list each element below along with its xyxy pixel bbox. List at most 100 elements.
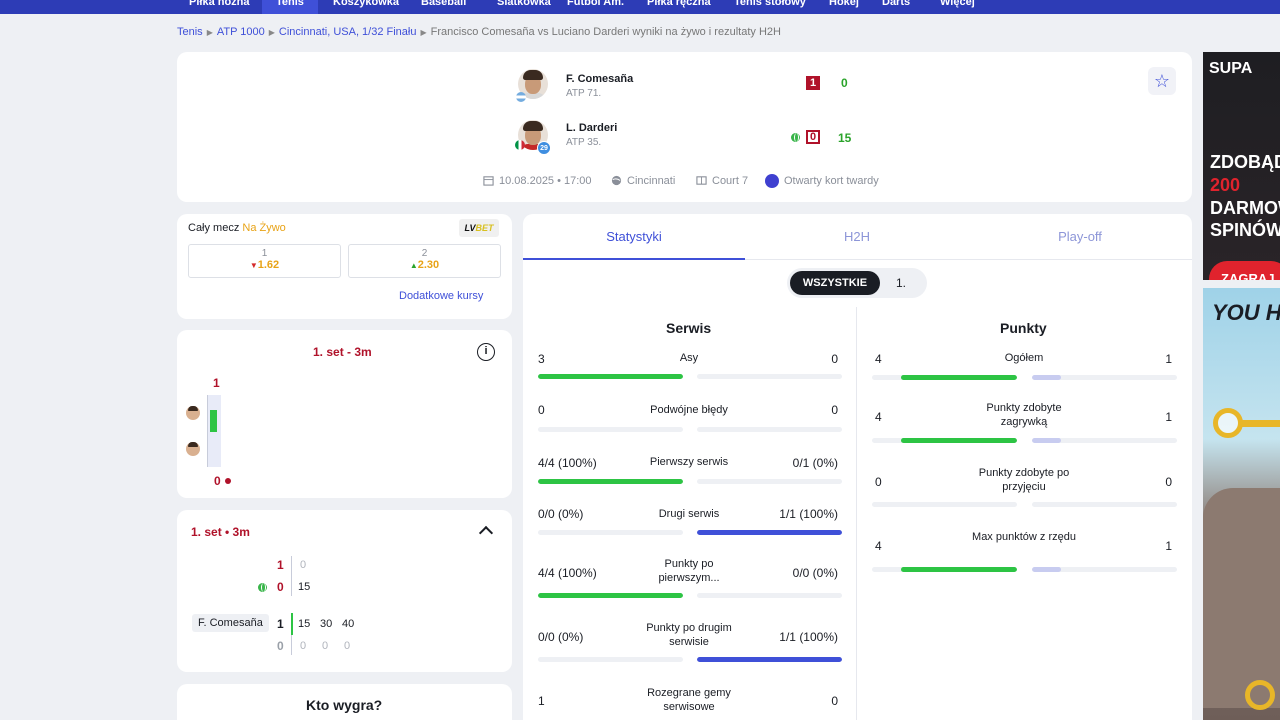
ad2-text: YOU HA [1212, 300, 1280, 325]
stat-bar-left [538, 657, 683, 662]
pbp-game-p1: 1 [277, 617, 284, 631]
pbp-set-title: 1. set • 3m [191, 525, 250, 539]
ad2-key-icon [1213, 408, 1243, 438]
lvbet-logo[interactable]: LVBET [459, 219, 499, 237]
stat-bar-left [538, 427, 683, 432]
more-odds-link[interactable]: Dodatkowe kursy [399, 290, 483, 302]
momentum-bottom-label: 0 [214, 474, 221, 488]
pbp-server-tag: F. Comesaña [192, 614, 269, 632]
tab-statistics[interactable]: Statystyki [523, 229, 745, 244]
nav-tennis[interactable]: Tenis [262, 0, 318, 14]
stat-name: Max punktów z rzędu [972, 531, 1076, 543]
odds-option-1-value: ▼1.62 [189, 259, 340, 271]
stat-name: Drugi serwis [658, 508, 720, 520]
stat-bar-left-fill [901, 438, 1017, 443]
stat-bar-left-fill [538, 593, 683, 598]
pbp-row2-score: 0 [277, 580, 284, 594]
tab-h2h[interactable]: H2H [746, 229, 968, 244]
stat-left-value: 0 [875, 475, 882, 489]
info-icon[interactable]: i [477, 343, 495, 361]
player1-name[interactable]: F. Comesaña [566, 73, 633, 85]
nav-handball[interactable]: Piłka ręczna [647, 0, 711, 8]
odds-option-2[interactable]: 2 ▲2.30 [348, 244, 501, 278]
arrow-down-icon: ▼ [249, 261, 258, 270]
nav-volleyball[interactable]: Siatkówka [497, 0, 551, 8]
nav-darts[interactable]: Darts [882, 0, 910, 8]
pbp-game-divider [291, 613, 293, 635]
favorite-star-icon[interactable]: ☆ [1148, 67, 1176, 95]
ad2-key-bar [1241, 420, 1280, 427]
pbp-point: 15 [298, 618, 311, 630]
breadcrumb-current: Francisco Comesaña vs Luciano Darderi wy… [430, 26, 781, 38]
breadcrumb-round[interactable]: Cincinnati, USA, 1/32 Finału [279, 26, 417, 38]
match-date: 10.08.2025 • 17:00 [499, 175, 592, 187]
stat-bar-right-fill [1032, 567, 1061, 572]
odds-option-1-number: 1.62 [257, 259, 280, 271]
pbp-point: 0 [322, 640, 329, 652]
ad1-line: ZDOBĄD [1210, 152, 1280, 172]
stat-left-value: 4 [875, 352, 882, 366]
ad1-line: DARMOW [1210, 198, 1280, 218]
nav-basketball[interactable]: Koszykówka [333, 0, 399, 8]
serving-ball-icon [791, 133, 800, 142]
ad-banner-game[interactable]: YOU HA [1203, 288, 1280, 720]
player2-name[interactable]: L. Darderi [566, 122, 617, 134]
stat-name: Punkty zdobyte po przyjęciu [978, 467, 1070, 493]
stat-bar-right [697, 530, 842, 535]
stat-left-value: 4 [875, 539, 882, 553]
nav-football[interactable]: Piłka nożna [189, 0, 250, 8]
pbp-point: 0 [344, 640, 351, 652]
player2-seed-badge: 29 [537, 141, 551, 155]
period-set1-button[interactable]: 1. [896, 276, 906, 290]
stat-left-value: 4/4 (100%) [538, 456, 597, 470]
breadcrumb: Tenis ▶ ATP 1000 ▶ Cincinnati, USA, 1/32 Fin… [177, 26, 781, 38]
italy-flag-icon [515, 140, 525, 150]
pbp-divider [291, 556, 292, 596]
nav-table-tennis[interactable]: Tenis stołowy [734, 0, 806, 8]
nav-american-football[interactable]: Futbol Am. [567, 0, 624, 8]
surface-color-icon [765, 174, 779, 188]
stat-bar-left [872, 567, 1017, 572]
player1-games: 0 [841, 76, 848, 90]
player2-sets: 0 [806, 130, 820, 144]
stat-name: Punkty po drugim serwisie [646, 622, 732, 648]
match-location: Cincinnati [627, 175, 676, 187]
tab-playoff[interactable]: Play-off [969, 229, 1191, 244]
match-header-card [177, 52, 1192, 202]
stat-name: Punkty zdobyte zagrywką [986, 402, 1062, 428]
stat-bar-right-fill [1032, 375, 1061, 380]
stat-bar-left-fill [538, 479, 683, 484]
stat-left-value: 0 [538, 403, 545, 417]
breadcrumb-separator-icon: ▶ [420, 28, 427, 37]
stat-left-value: 1 [538, 694, 545, 708]
breadcrumb-separator-icon: ▶ [268, 28, 275, 37]
stat-right-value: 1 [1165, 352, 1172, 366]
nav-baseball[interactable]: Baseball [421, 0, 466, 8]
breadcrumb-tournament[interactable]: ATP 1000 [217, 26, 265, 38]
breadcrumb-sport[interactable]: Tenis [177, 26, 203, 38]
stat-right-value: 1/1 (100%) [779, 507, 838, 521]
stat-bar-right [697, 374, 842, 379]
stat-bar-left [538, 374, 683, 379]
period-all-button[interactable]: WSZYSTKIE [790, 271, 880, 295]
stat-left-value: 4 [875, 410, 882, 424]
momentum-bar [210, 410, 217, 432]
stat-right-value: 0 [831, 352, 838, 366]
nav-hockey[interactable]: Hokej [829, 0, 859, 8]
odds-option-1[interactable]: 1 ▼1.62 [188, 244, 341, 278]
odds-live-label: Na Żywo [242, 222, 286, 234]
stat-bar-right [1032, 567, 1177, 572]
ad2-ring-icon [1245, 680, 1275, 710]
ad1-line: 200 [1210, 175, 1241, 195]
ad2-rock [1203, 488, 1280, 708]
nav-more[interactable]: Więcej [940, 0, 975, 8]
serve-section-title: Serwis [666, 320, 712, 336]
pbp-serving-ball-icon [258, 583, 267, 592]
ad1-line: SPINÓW [1210, 220, 1280, 240]
momentum-top-label: 1 [213, 376, 220, 390]
ad1-brand: SUPA [1209, 60, 1253, 77]
ad-banner-casino[interactable]: SUPA ZDOBĄD 200 DARMOW SPINÓW ZAGRAJ [1203, 52, 1280, 280]
breadcrumb-separator-icon: ▶ [206, 28, 213, 37]
ad1-cta-button[interactable]: ZAGRAJ [1209, 261, 1280, 280]
odds-option-2-value: ▲2.30 [349, 259, 500, 271]
